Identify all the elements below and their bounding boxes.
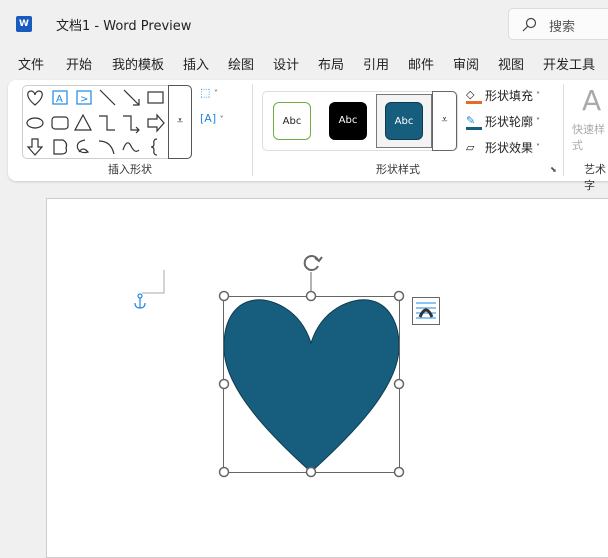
- shape-rounded-rectangle-icon[interactable]: [51, 116, 69, 130]
- resize-handle[interactable]: [393, 378, 405, 390]
- search-icon: [522, 17, 537, 32]
- shape-oval-icon[interactable]: [26, 117, 44, 129]
- window-title: 文档1 - Word Preview: [56, 19, 192, 34]
- canvas: [134, 255, 440, 478]
- style-swatch-white[interactable]: Abc: [273, 102, 311, 140]
- shape-effects-button[interactable]: ▱ 形状效果 ˅: [466, 139, 540, 156]
- tab-view[interactable]: 视图: [498, 54, 524, 73]
- group-separator: [252, 84, 253, 176]
- shape-elbow-arrow-icon[interactable]: [123, 115, 140, 134]
- shape-line-icon[interactable]: [99, 89, 116, 106]
- text-box-button[interactable]: [A] ˅: [200, 112, 224, 125]
- layout-options-icon[interactable]: [412, 297, 440, 325]
- anchor-icon: [134, 293, 146, 309]
- shape-elbow-connector-icon[interactable]: [99, 115, 115, 131]
- shape-scribble-icon[interactable]: [76, 139, 90, 154]
- tab-insert[interactable]: 插入: [183, 54, 209, 73]
- resize-handle[interactable]: [393, 290, 405, 302]
- tab-draw[interactable]: 绘图: [228, 54, 254, 73]
- wordart-label: 艺术字: [584, 163, 606, 192]
- tab-layout[interactable]: 布局: [318, 54, 344, 73]
- tab-review[interactable]: 审阅: [453, 54, 479, 73]
- shape-arc-icon[interactable]: [98, 140, 115, 155]
- quick-styles-button[interactable]: 快速样式: [572, 121, 608, 153]
- tab-design[interactable]: 设计: [273, 54, 299, 73]
- shape-text-box-icon[interactable]: A: [52, 90, 68, 105]
- resize-handle[interactable]: [218, 378, 230, 390]
- search-box[interactable]: 搜索: [508, 8, 608, 40]
- shape-heart-icon[interactable]: [27, 90, 43, 106]
- heart-shape[interactable]: [223, 299, 400, 473]
- tab-references[interactable]: 引用: [363, 54, 389, 73]
- style-swatch-blue[interactable]: Abc: [385, 102, 423, 140]
- gallery-expand-button[interactable]: ⩡: [168, 85, 192, 159]
- shape-down-arrow-icon[interactable]: [26, 138, 44, 156]
- shape-vertical-text-box-icon[interactable]: >: [76, 90, 92, 105]
- pen-icon: ✎: [466, 114, 482, 130]
- shape-rectangle-icon[interactable]: [147, 91, 164, 104]
- insert-shapes-label: 插入形状: [108, 163, 152, 176]
- tab-developer[interactable]: 开发工具: [543, 54, 595, 73]
- styles-expand-button[interactable]: ⩡: [432, 91, 457, 151]
- style-swatch-black[interactable]: Abc: [329, 102, 367, 140]
- resize-handle[interactable]: [218, 466, 230, 478]
- shape-fill-button[interactable]: ◇ 形状填充 ˅: [466, 87, 540, 104]
- shape-outline-label: 形状轮廓: [485, 115, 534, 129]
- resize-handle[interactable]: [305, 466, 317, 478]
- group-separator: [563, 84, 564, 176]
- shape-fill-label: 形状填充: [485, 89, 534, 103]
- tab-home[interactable]: 开始: [66, 54, 92, 73]
- tab-my-templates[interactable]: 我的模板: [112, 54, 164, 73]
- resize-handle[interactable]: [305, 290, 317, 302]
- resize-handle[interactable]: [393, 466, 405, 478]
- eraser-icon: ▱: [466, 141, 475, 154]
- shape-brace-icon[interactable]: [150, 138, 158, 156]
- dialog-launcher-icon[interactable]: ⬊: [550, 165, 557, 174]
- shapes-gallery[interactable]: A >: [22, 85, 192, 159]
- svg-text:A: A: [56, 94, 63, 105]
- search-placeholder: 搜索: [549, 20, 576, 35]
- margin-corner-mark: [142, 270, 165, 294]
- shape-outline-button[interactable]: ✎ 形状轮廓 ˅: [466, 113, 540, 130]
- shape-curve-icon[interactable]: [122, 142, 140, 152]
- shape-snip-icon[interactable]: [53, 139, 68, 155]
- shape-triangle-icon[interactable]: [74, 113, 92, 131]
- tab-mailings[interactable]: 邮件: [408, 54, 434, 73]
- svg-text:>: >: [80, 94, 88, 105]
- edit-shape-button[interactable]: ⬚ ˅: [200, 86, 218, 99]
- resize-handle[interactable]: [218, 290, 230, 302]
- shape-arrow-line-icon[interactable]: [123, 89, 140, 106]
- shape-effects-label: 形状效果: [485, 141, 534, 155]
- tab-file[interactable]: 文件: [18, 54, 44, 73]
- word-icon: W: [16, 16, 32, 32]
- rotate-handle-icon[interactable]: [303, 255, 323, 271]
- paint-bucket-icon: ◇: [466, 88, 482, 104]
- wordart-icon: A: [582, 84, 602, 117]
- shape-styles-label: 形状样式: [376, 163, 420, 176]
- shape-right-arrow-icon[interactable]: [147, 113, 165, 133]
